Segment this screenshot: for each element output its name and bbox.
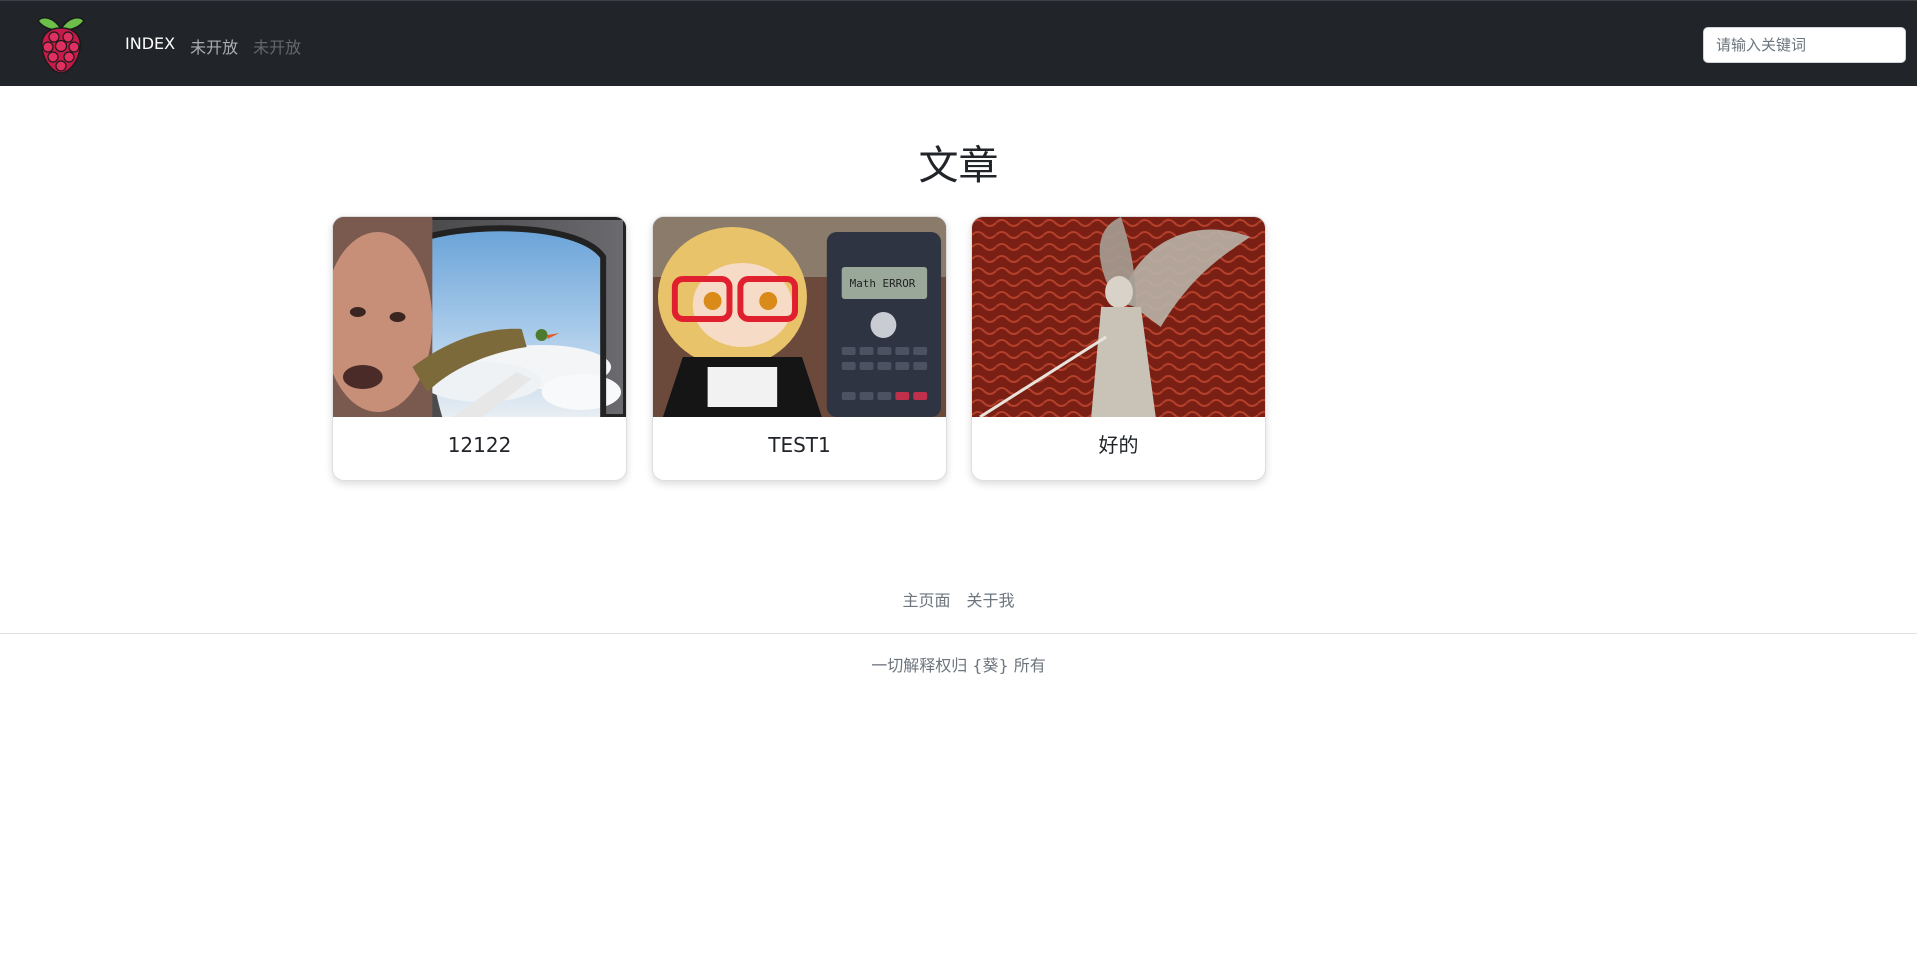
nav-link-unopened-disabled: 未开放 (253, 38, 302, 57)
card-title: 好的 (1098, 433, 1139, 457)
navbar: INDEX 未开放 未开放 (0, 0, 1917, 86)
copyright-text: 一切解释权归 {葵} 所有 (871, 656, 1046, 675)
article-card-2[interactable]: Math ERROR TEST1 (652, 216, 947, 481)
search-input[interactable] (1703, 27, 1906, 63)
card-title: TEST1 (768, 433, 831, 457)
article-card-1[interactable]: 12122 (332, 216, 627, 481)
svg-text:Math ERROR: Math ERROR (850, 277, 916, 290)
nav-links: INDEX 未开放 未开放 (125, 34, 301, 58)
card-image: Math ERROR (653, 217, 946, 417)
card-image (333, 217, 626, 417)
footer-link-about[interactable]: 关于我 (967, 587, 1015, 611)
nav-link-unopened[interactable]: 未开放 (190, 34, 238, 58)
card-title: 12122 (447, 433, 512, 457)
raspberry-logo-icon[interactable] (34, 13, 88, 75)
footer-link-home[interactable]: 主页面 (902, 587, 950, 611)
footer-links: 主页面 关于我 (0, 587, 1917, 611)
article-card-3[interactable]: 好的 (971, 216, 1266, 481)
nav-link-index[interactable]: INDEX (125, 34, 175, 58)
page-title: 文章 (918, 143, 999, 189)
card-image (972, 217, 1265, 417)
footer-divider (0, 633, 1917, 634)
